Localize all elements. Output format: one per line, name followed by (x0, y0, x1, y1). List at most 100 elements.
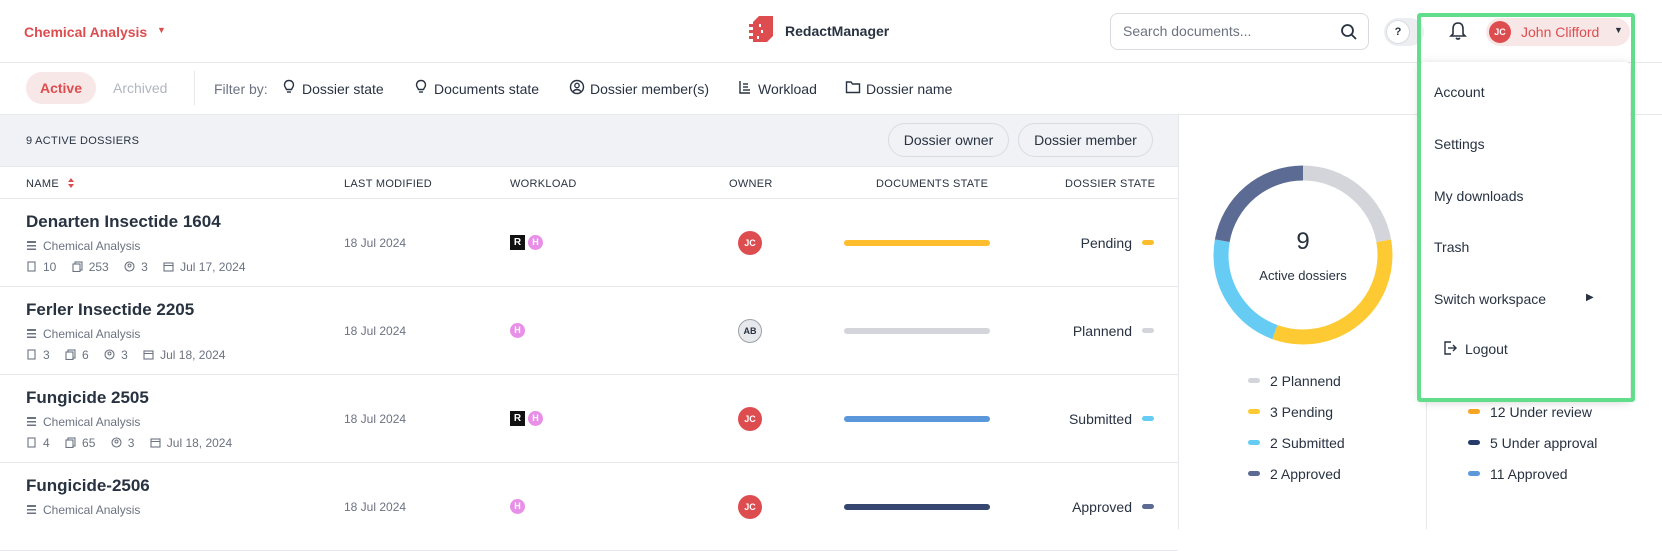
filter-by-label: Filter by: (214, 81, 268, 97)
col-workload: WORKLOAD (510, 178, 577, 190)
filter-label: Dossier name (866, 81, 953, 97)
filter-label: Dossier member(s) (590, 81, 710, 97)
filter-label: Dossier state (302, 81, 384, 97)
column-headers: NAME LAST MODIFIED WORKLOAD OWNER DOCUME… (0, 167, 1178, 199)
owner-avatar: AB (738, 319, 762, 343)
table-row[interactable]: Fungicide-2506 Chemical Analysis 18 Jul … (0, 463, 1178, 551)
workspace-name: Chemical Analysis (24, 24, 148, 40)
document-icon (27, 349, 36, 360)
user-circle-icon (569, 79, 585, 95)
search-input[interactable] (1123, 23, 1333, 39)
template-icon (27, 505, 36, 514)
top-bar: Chemical Analysis ▼ RedactManager ? JC J… (0, 0, 1662, 63)
last-modified: 18 Jul 2024 (344, 324, 407, 338)
col-name[interactable]: NAME (26, 178, 59, 190)
template-icon (27, 329, 36, 338)
user-circle-icon (104, 349, 115, 360)
dossier-count: 9 ACTIVE DOSSIERS (26, 135, 140, 147)
workload: RH (510, 411, 543, 427)
filter-label: Documents state (434, 81, 540, 97)
redaction-badge: R (510, 235, 525, 250)
pages-icon (65, 437, 76, 449)
sort-icon[interactable] (67, 175, 75, 191)
dossier-template: Chemical Analysis (26, 239, 140, 253)
total-dossiers-label: Active dossiers (1259, 268, 1347, 283)
col-documents-state: DOCUMENTS STATE (876, 178, 989, 190)
folder-icon (845, 81, 861, 94)
workload: H (510, 323, 525, 339)
workspace-selector[interactable]: Chemical Analysis ▼ (24, 24, 166, 40)
workload-icon (739, 81, 750, 94)
brand-name: RedactManager (785, 23, 890, 39)
documents-state-bar (844, 240, 990, 246)
tab-archived[interactable]: Archived (113, 80, 167, 96)
document-icon (27, 261, 36, 272)
table-row[interactable]: Fungicide 2505 Chemical Analysis 4 65 3 … (0, 375, 1178, 463)
filter-label: Workload (758, 81, 817, 97)
state-indicator (1142, 416, 1154, 421)
owner-avatar: JC (738, 231, 762, 255)
help-icon: ? (1386, 20, 1410, 44)
template-icon (27, 417, 36, 426)
last-modified: 18 Jul 2024 (344, 236, 407, 250)
pages-icon (72, 261, 83, 273)
hint-badge: H (528, 411, 543, 426)
dossier-meta: 3 6 3 Jul 18, 2024 (26, 348, 237, 362)
dossier-name[interactable]: Ferler Insectide 2205 (26, 300, 194, 320)
owner-avatar: JC (738, 407, 762, 431)
documents-state-bar (844, 328, 990, 334)
calendar-icon (143, 350, 154, 360)
documents-state-bar (844, 504, 990, 510)
documents-state-bar (844, 416, 990, 422)
dossier-template: Chemical Analysis (26, 327, 140, 341)
divider (194, 71, 195, 105)
dossier-name[interactable]: Fungicide-2506 (26, 476, 150, 496)
search-icon[interactable] (1340, 23, 1358, 41)
hint-badge: H (510, 323, 525, 338)
dossier-meta: 10 253 3 Jul 17, 2024 (26, 260, 258, 274)
dossier-state: Plannend (1072, 323, 1132, 339)
col-last-modified[interactable]: LAST MODIFIED (344, 178, 432, 190)
state-indicator (1142, 328, 1154, 333)
user-circle-icon (124, 261, 135, 272)
user-circle-icon (111, 437, 122, 448)
dossier-name[interactable]: Denarten Insectide 1604 (26, 212, 221, 232)
calendar-icon (150, 438, 161, 448)
filter-bar: Active Archived Filter by: Dossier state… (0, 63, 1662, 115)
dossier-owner-chip[interactable]: Dossier owner (888, 123, 1009, 157)
calendar-icon (163, 262, 174, 272)
dossier-name[interactable]: Fungicide 2505 (26, 388, 149, 408)
search-box (1110, 13, 1369, 50)
focus-highlight (1417, 13, 1635, 402)
state-indicator (1142, 240, 1154, 245)
redact-logo-icon (747, 16, 773, 42)
document-icon (27, 437, 36, 448)
last-modified: 18 Jul 2024 (344, 500, 407, 514)
last-modified: 18 Jul 2024 (344, 412, 407, 426)
lightbulb-icon (415, 79, 427, 93)
dossier-template: Chemical Analysis (26, 503, 140, 517)
list-header: 9 ACTIVE DOSSIERS Dossier owner Dossier … (0, 115, 1178, 167)
state-indicator (1142, 504, 1154, 509)
dossier-member-chip[interactable]: Dossier member (1018, 123, 1153, 157)
dossier-meta: 4 65 3 Jul 18, 2024 (26, 436, 244, 450)
dossier-state: Submitted (1068, 411, 1132, 427)
dossier-state: Pending (1080, 235, 1132, 251)
table-row[interactable]: Denarten Insectide 1604 Chemical Analysi… (0, 199, 1178, 287)
col-owner: OWNER (729, 178, 773, 190)
owner-avatar: JC (738, 495, 762, 519)
caret-down-icon: ▼ (157, 25, 166, 35)
dossier-state: Approved (1072, 499, 1132, 515)
table-row[interactable]: Ferler Insectide 2205 Chemical Analysis … (0, 287, 1178, 375)
hint-badge: H (528, 235, 543, 250)
pages-icon (65, 349, 76, 361)
workload: RH (510, 235, 543, 251)
total-dossiers: 9 (1296, 228, 1310, 255)
workload: H (510, 499, 525, 515)
template-icon (27, 241, 36, 250)
dossier-template: Chemical Analysis (26, 415, 140, 429)
col-dossier-state: DOSSIER STATE (1065, 178, 1156, 190)
hint-badge: H (510, 499, 525, 514)
tab-active[interactable]: Active (26, 72, 96, 104)
lightbulb-icon (283, 79, 295, 93)
